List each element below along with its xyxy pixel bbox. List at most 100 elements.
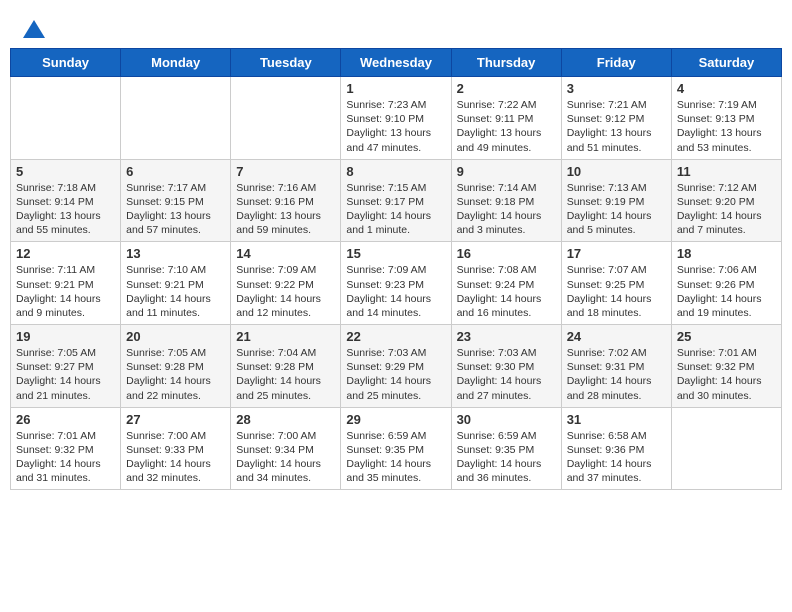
calendar-cell: 18 Sunrise: 7:06 AM Sunset: 9:26 PM Dayli… bbox=[671, 242, 781, 325]
calendar-cell: 20 Sunrise: 7:05 AM Sunset: 9:28 PM Dayli… bbox=[121, 325, 231, 408]
weekday-header: Saturday bbox=[671, 49, 781, 77]
calendar-cell: 4 Sunrise: 7:19 AM Sunset: 9:13 PM Daylig… bbox=[671, 77, 781, 160]
day-info: Sunrise: 7:09 AM Sunset: 9:22 PM Dayligh… bbox=[236, 263, 335, 320]
day-number: 11 bbox=[677, 164, 776, 179]
weekday-header: Friday bbox=[561, 49, 671, 77]
day-number: 5 bbox=[16, 164, 115, 179]
calendar-cell: 22Sunrise: 7:03 AM Sunset: 9:29 PM Dayli… bbox=[341, 325, 451, 408]
calendar-cell: 23 Sunrise: 7:03 AM Sunset: 9:30 PM Dayli… bbox=[451, 325, 561, 408]
day-info: Sunrise: 7:05 AM Sunset: 9:28 PM Dayligh… bbox=[126, 346, 225, 403]
day-info: Sunrise: 7:19 AM Sunset: 9:13 PM Dayligh… bbox=[677, 98, 776, 155]
calendar-cell: 17 Sunrise: 7:07 AM Sunset: 9:25 PM Dayli… bbox=[561, 242, 671, 325]
day-info: Sunrise: 7:05 AM Sunset: 9:27 PM Dayligh… bbox=[16, 346, 115, 403]
day-info: Sunrise: 7:17 AM Sunset: 9:15 PM Dayligh… bbox=[126, 181, 225, 238]
calendar-cell bbox=[231, 77, 341, 160]
day-info: Sunrise: 6:59 AM Sunset: 9:35 PM Dayligh… bbox=[346, 429, 445, 486]
day-info: Sunrise: 7:08 AM Sunset: 9:24 PM Dayligh… bbox=[457, 263, 556, 320]
day-number: 22 bbox=[346, 329, 445, 344]
calendar-cell: 14 Sunrise: 7:09 AM Sunset: 9:22 PM Dayli… bbox=[231, 242, 341, 325]
calendar-cell: 8 Sunrise: 7:15 AM Sunset: 9:17 PM Daylig… bbox=[341, 159, 451, 242]
day-number: 1 bbox=[346, 81, 445, 96]
calendar-cell: 29 Sunrise: 6:59 AM Sunset: 9:35 PM Dayli… bbox=[341, 407, 451, 490]
calendar-week-row: 19 Sunrise: 7:05 AM Sunset: 9:27 PM Dayli… bbox=[11, 325, 782, 408]
day-number: 18 bbox=[677, 246, 776, 261]
day-number: 7 bbox=[236, 164, 335, 179]
calendar-cell: 27Sunrise: 7:00 AM Sunset: 9:33 PM Dayli… bbox=[121, 407, 231, 490]
day-number: 26 bbox=[16, 412, 115, 427]
day-number: 14 bbox=[236, 246, 335, 261]
day-info: Sunrise: 7:22 AM Sunset: 9:11 PM Dayligh… bbox=[457, 98, 556, 155]
calendar-week-row: 12Sunrise: 7:11 AM Sunset: 9:21 PM Dayli… bbox=[11, 242, 782, 325]
day-number: 13 bbox=[126, 246, 225, 261]
day-number: 2 bbox=[457, 81, 556, 96]
calendar-cell bbox=[11, 77, 121, 160]
calendar-week-row: 5 Sunrise: 7:18 AM Sunset: 9:14 PM Daylig… bbox=[11, 159, 782, 242]
calendar-week-row: 1 Sunrise: 7:23 AM Sunset: 9:10 PM Daylig… bbox=[11, 77, 782, 160]
day-number: 9 bbox=[457, 164, 556, 179]
calendar-cell: 1 Sunrise: 7:23 AM Sunset: 9:10 PM Daylig… bbox=[341, 77, 451, 160]
weekday-header: Thursday bbox=[451, 49, 561, 77]
day-number: 28 bbox=[236, 412, 335, 427]
day-info: Sunrise: 7:00 AM Sunset: 9:34 PM Dayligh… bbox=[236, 429, 335, 486]
calendar-cell: 28 Sunrise: 7:00 AM Sunset: 9:34 PM Dayli… bbox=[231, 407, 341, 490]
calendar-cell: 30 Sunrise: 6:59 AM Sunset: 9:35 PM Dayli… bbox=[451, 407, 561, 490]
day-info: Sunrise: 7:04 AM Sunset: 9:28 PM Dayligh… bbox=[236, 346, 335, 403]
day-number: 20 bbox=[126, 329, 225, 344]
calendar-cell: 10 Sunrise: 7:13 AM Sunset: 9:19 PM Dayli… bbox=[561, 159, 671, 242]
day-info: Sunrise: 7:09 AM Sunset: 9:23 PM Dayligh… bbox=[346, 263, 445, 320]
weekday-header: Sunday bbox=[11, 49, 121, 77]
logo bbox=[20, 20, 45, 38]
day-number: 16 bbox=[457, 246, 556, 261]
weekday-header: Tuesday bbox=[231, 49, 341, 77]
day-info: Sunrise: 7:07 AM Sunset: 9:25 PM Dayligh… bbox=[567, 263, 666, 320]
day-number: 19 bbox=[16, 329, 115, 344]
page-header bbox=[10, 10, 782, 43]
calendar-cell: 26Sunrise: 7:01 AM Sunset: 9:32 PM Dayli… bbox=[11, 407, 121, 490]
calendar-cell: 16 Sunrise: 7:08 AM Sunset: 9:24 PM Dayli… bbox=[451, 242, 561, 325]
calendar-header-row: SundayMondayTuesdayWednesdayThursdayFrid… bbox=[11, 49, 782, 77]
day-info: Sunrise: 7:15 AM Sunset: 9:17 PM Dayligh… bbox=[346, 181, 445, 238]
calendar-cell: 31Sunrise: 6:58 AM Sunset: 9:36 PM Dayli… bbox=[561, 407, 671, 490]
day-info: Sunrise: 7:11 AM Sunset: 9:21 PM Dayligh… bbox=[16, 263, 115, 320]
day-info: Sunrise: 7:13 AM Sunset: 9:19 PM Dayligh… bbox=[567, 181, 666, 238]
calendar-cell: 11 Sunrise: 7:12 AM Sunset: 9:20 PM Dayli… bbox=[671, 159, 781, 242]
calendar-cell: 25 Sunrise: 7:01 AM Sunset: 9:32 PM Dayli… bbox=[671, 325, 781, 408]
day-number: 29 bbox=[346, 412, 445, 427]
day-info: Sunrise: 6:59 AM Sunset: 9:35 PM Dayligh… bbox=[457, 429, 556, 486]
day-info: Sunrise: 6:58 AM Sunset: 9:36 PM Dayligh… bbox=[567, 429, 666, 486]
day-info: Sunrise: 7:10 AM Sunset: 9:21 PM Dayligh… bbox=[126, 263, 225, 320]
weekday-header: Monday bbox=[121, 49, 231, 77]
calendar-cell: 5 Sunrise: 7:18 AM Sunset: 9:14 PM Daylig… bbox=[11, 159, 121, 242]
day-number: 6 bbox=[126, 164, 225, 179]
day-number: 23 bbox=[457, 329, 556, 344]
calendar-cell: 13 Sunrise: 7:10 AM Sunset: 9:21 PM Dayli… bbox=[121, 242, 231, 325]
calendar-cell: 21Sunrise: 7:04 AM Sunset: 9:28 PM Dayli… bbox=[231, 325, 341, 408]
calendar-cell bbox=[671, 407, 781, 490]
day-info: Sunrise: 7:23 AM Sunset: 9:10 PM Dayligh… bbox=[346, 98, 445, 155]
logo-arrow-icon bbox=[23, 20, 45, 38]
day-info: Sunrise: 7:18 AM Sunset: 9:14 PM Dayligh… bbox=[16, 181, 115, 238]
day-info: Sunrise: 7:21 AM Sunset: 9:12 PM Dayligh… bbox=[567, 98, 666, 155]
day-info: Sunrise: 7:12 AM Sunset: 9:20 PM Dayligh… bbox=[677, 181, 776, 238]
day-info: Sunrise: 7:06 AM Sunset: 9:26 PM Dayligh… bbox=[677, 263, 776, 320]
day-info: Sunrise: 7:02 AM Sunset: 9:31 PM Dayligh… bbox=[567, 346, 666, 403]
calendar-cell: 24 Sunrise: 7:02 AM Sunset: 9:31 PM Dayli… bbox=[561, 325, 671, 408]
day-number: 4 bbox=[677, 81, 776, 96]
calendar-table: SundayMondayTuesdayWednesdayThursdayFrid… bbox=[10, 48, 782, 490]
calendar-cell: 6 Sunrise: 7:17 AM Sunset: 9:15 PM Daylig… bbox=[121, 159, 231, 242]
day-info: Sunrise: 7:01 AM Sunset: 9:32 PM Dayligh… bbox=[677, 346, 776, 403]
day-number: 24 bbox=[567, 329, 666, 344]
day-number: 8 bbox=[346, 164, 445, 179]
day-info: Sunrise: 7:03 AM Sunset: 9:30 PM Dayligh… bbox=[457, 346, 556, 403]
day-info: Sunrise: 7:14 AM Sunset: 9:18 PM Dayligh… bbox=[457, 181, 556, 238]
calendar-cell: 7Sunrise: 7:16 AM Sunset: 9:16 PM Daylig… bbox=[231, 159, 341, 242]
day-number: 25 bbox=[677, 329, 776, 344]
calendar-cell: 12Sunrise: 7:11 AM Sunset: 9:21 PM Dayli… bbox=[11, 242, 121, 325]
day-number: 3 bbox=[567, 81, 666, 96]
calendar-cell: 15Sunrise: 7:09 AM Sunset: 9:23 PM Dayli… bbox=[341, 242, 451, 325]
day-number: 10 bbox=[567, 164, 666, 179]
calendar-week-row: 26Sunrise: 7:01 AM Sunset: 9:32 PM Dayli… bbox=[11, 407, 782, 490]
calendar-cell: 2 Sunrise: 7:22 AM Sunset: 9:11 PM Daylig… bbox=[451, 77, 561, 160]
day-number: 17 bbox=[567, 246, 666, 261]
day-number: 30 bbox=[457, 412, 556, 427]
